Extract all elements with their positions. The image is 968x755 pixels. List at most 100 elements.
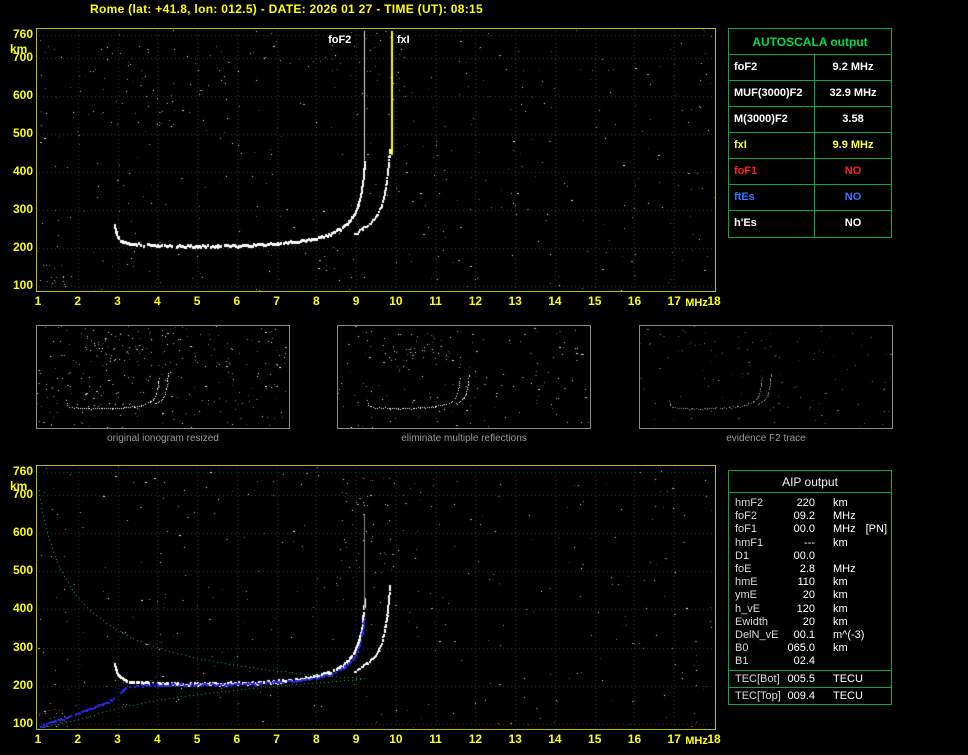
aip-row-hmf2: hmF2220km [729,497,891,510]
aip-rows: hmF2220kmfoF209.2MHzfoF100.0MHz[PN]hmF1-… [729,497,891,702]
main-ionogram-frame [36,28,716,292]
autoscala-row-ftes: ftEsNO [729,185,891,211]
x-tick-label: 10 [384,732,408,746]
autoscala-param-label: M(3000)F2 [729,107,815,132]
autoscala-output-panel: AUTOSCALA output foF29.2 MHzMUF(3000)F23… [728,28,892,238]
x-tick-label: 8 [304,732,328,746]
aip-param-label: D1 [729,550,785,563]
x-axis-unit: MHz [685,297,708,309]
y-axis-unit: km [10,42,27,56]
y-tick-label: 300 [3,641,33,654]
aip-param-label: B0 [729,642,785,655]
aip-param-label: hmF1 [729,537,785,550]
aip-param-unit: MHz [833,523,856,536]
x-tick-label: 13 [503,732,527,746]
aip-row-tectop: TEC[Top]009.4TECU [729,687,891,702]
autoscala-param-value: NO [815,211,891,237]
aip-param-unit: km [833,642,848,655]
autoscala-screen: Rome (lat: +41.8, lon: 012.5) - DATE: 20… [0,0,968,755]
autoscala-param-label: foF2 [729,55,815,80]
autoscala-param-label: h'Es [729,211,815,237]
x-tick-label: 16 [622,732,646,746]
aip-param-value: 005.5 [785,673,815,685]
aip-row-hme: hmE110km [729,576,891,589]
y-tick-label: 400 [3,165,33,178]
x-tick-label: 4 [145,732,169,746]
autoscala-row-hes: h'EsNO [729,211,891,237]
x-tick-label: 10 [384,294,408,308]
aip-param-unit: m^(-3) [833,629,864,642]
aip-row-fof2: foF209.2MHz [729,510,891,523]
x-tick-label: 9 [344,294,368,308]
x-tick-label: 3 [106,732,130,746]
aip-param-unit: km [833,603,848,616]
x-tick-label: 15 [583,294,607,308]
x-tick-label: 6 [225,294,249,308]
autoscala-row-fof2: foF29.2 MHz [729,55,891,81]
aip-param-value: 009.4 [785,690,815,702]
aip-param-unit: km [833,497,848,510]
aip-param-value: 00.1 [785,629,815,642]
autoscala-param-value: 32.9 MHz [815,81,891,106]
x-tick-label: 7 [265,294,289,308]
aip-param-label: Ewidth [729,616,785,629]
aip-row-hmf1: hmF1--- km [729,537,891,550]
aip-output-panel: AIP output hmF2220kmfoF209.2MHzfoF100.0M… [728,470,892,705]
aip-param-unit: TECU [833,690,863,702]
aip-param-value: --- [785,537,815,550]
autoscala-param-label: fxI [729,133,815,158]
aip-panel-header: AIP output [729,471,891,493]
aip-row-fof1: foF100.0MHz[PN] [729,523,891,536]
thumb-original-ionogram [36,325,290,429]
aip-param-unit: TECU [833,673,863,685]
station-title: Rome (lat: +41.8, lon: 012.5) - DATE: 20… [90,2,483,16]
aip-param-label: B1 [729,655,785,668]
y-tick-label: 400 [3,602,33,615]
autoscala-row-m3000f2: M(3000)F23.58 [729,107,891,133]
x-tick-label: 8 [304,294,328,308]
aip-param-label: foF1 [729,523,785,536]
y-tick-label: 760 [3,28,33,41]
aip-row-hve: h_vE120km [729,603,891,616]
aip-param-label: foF2 [729,510,785,523]
aip-param-unit: km [833,576,848,589]
y-tick-label: 600 [3,526,33,539]
autoscala-param-value: 9.2 MHz [815,55,891,80]
aip-param-unit: MHz [833,510,856,523]
aip-param-value: 2.8 [785,563,815,576]
aip-param-value: 00.0 [785,550,815,563]
x-tick-label: 1 [26,732,50,746]
x-tick-label: 14 [543,294,567,308]
aip-param-value: 20 [785,589,815,602]
autoscala-param-label: ftEs [729,185,815,210]
main-ionogram-canvas [37,29,715,291]
x-tick-label: 17 [662,732,686,746]
aip-row-tecbot: TEC[Bot]005.5TECU [729,670,891,685]
y-tick-label: 500 [3,127,33,140]
thumb-caption-reflections: eliminate multiple reflections [337,433,591,444]
x-tick-label: 5 [185,294,209,308]
thumb-caption-original: original ionogram resized [36,433,290,444]
y-tick-label: 100 [3,279,33,292]
thumb-multiple-reflections-canvas [338,326,590,428]
x-tick-label: 1 [26,294,50,308]
thumb-multiple-reflections [337,325,591,429]
aip-param-unit: km [833,537,848,550]
aip-param-value: 00.0 [785,523,815,536]
aip-param-label: DelN_vE [729,629,785,642]
x-tick-label: 2 [66,294,90,308]
aip-row-delnve: DelN_vE00.1 m^(-3) [729,629,891,642]
thumb-original-canvas [37,326,289,428]
thumb-f2-trace [639,325,893,429]
autoscala-param-value: NO [815,185,891,210]
x-tick-label: 15 [583,732,607,746]
marker-label-foF2: foF2 [328,34,351,46]
y-tick-label: 760 [3,465,33,478]
x-axis-unit: MHz [685,735,708,747]
aip-row-foe: foE2.8MHz [729,563,891,576]
profile-ionogram-frame [36,465,716,730]
aip-param-label: foE [729,563,785,576]
y-tick-label: 300 [3,203,33,216]
aip-param-value: 220 [785,497,815,510]
autoscala-param-value: NO [815,159,891,184]
